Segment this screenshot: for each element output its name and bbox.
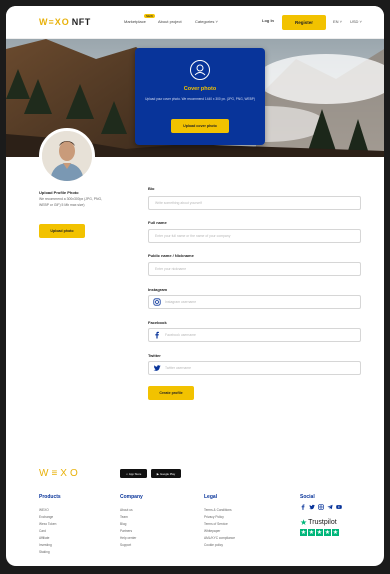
twitter-icon[interactable]	[309, 504, 315, 510]
footer-link[interactable]: Partners	[120, 529, 132, 533]
google-play-badge[interactable]: ▶ Google Play	[151, 469, 181, 478]
instagram-label: Instagram	[148, 287, 168, 292]
instagram-icon	[153, 298, 161, 306]
social-icons-row	[300, 504, 342, 510]
footer-link[interactable]: Wexo Token	[39, 522, 56, 526]
upload-photo-button[interactable]: Upload photo	[39, 224, 85, 238]
twitter-label: Twitter	[148, 353, 161, 358]
bio-input[interactable]: Write something about yourself	[148, 196, 361, 210]
footer-link[interactable]: Terms & Conditions	[204, 508, 232, 512]
footer-legal-title: Legal	[204, 494, 218, 500]
facebook-icon	[155, 331, 159, 339]
upload-profile-photo-title: Upload Profile Photo	[39, 190, 79, 195]
facebook-icon[interactable]	[300, 504, 306, 510]
rating-star-icon: ★	[308, 529, 315, 536]
footer-company-title: Company	[120, 494, 143, 500]
new-badge: NEW	[144, 14, 155, 18]
cover-title: Cover photo	[183, 86, 217, 92]
full-name-input[interactable]: Enter your full name or the name of your…	[148, 229, 361, 243]
cover-photo-card: Cover photo Upload your cover photo. We …	[135, 48, 265, 145]
footer-link[interactable]: Exchange	[39, 515, 53, 519]
profile-avatar[interactable]	[39, 128, 95, 184]
nav-about-project[interactable]: About project	[158, 19, 182, 24]
bio-label: Bio	[148, 186, 155, 191]
currency-select[interactable]: USD ˅	[350, 19, 362, 24]
facebook-label: Facebook	[148, 320, 167, 325]
apple-icon: 	[126, 472, 128, 476]
logo-suffix: NFT	[71, 17, 91, 27]
footer-link[interactable]: AML/KYC compliance	[204, 536, 235, 540]
footer-link[interactable]: Card	[39, 529, 46, 533]
twitter-input[interactable]: Twitter username	[148, 361, 361, 375]
footer-link[interactable]: Staking	[39, 550, 50, 554]
nickname-input[interactable]: Enter your nickname	[148, 262, 361, 276]
twitter-icon	[153, 365, 161, 371]
app-store-badge[interactable]:  App Store	[120, 469, 147, 478]
footer-link[interactable]: About us	[120, 508, 133, 512]
rating-star-icon: ★	[300, 529, 307, 536]
rating-star-icon: ★	[316, 529, 323, 536]
nav-categories[interactable]: Categories ˅	[195, 19, 218, 24]
upload-profile-photo-description: We recommend a 300x300px (JPG, PNG, WEBP…	[39, 197, 103, 207]
footer-link[interactable]: Investing	[39, 543, 52, 547]
rating-star-icon: ★	[324, 529, 331, 536]
trustpilot-label: Trustpilot	[308, 519, 337, 526]
nav-marketplace[interactable]: Marketplace	[124, 19, 146, 24]
facebook-placeholder: Facebook username	[165, 333, 196, 337]
instagram-icon[interactable]	[318, 504, 324, 510]
telegram-icon[interactable]	[327, 504, 333, 510]
create-profile-button[interactable]: Create profile	[148, 386, 194, 400]
footer-link[interactable]: Affiliate	[39, 536, 49, 540]
upload-cover-button[interactable]: Upload cover photo	[171, 119, 229, 133]
footer-link[interactable]: Support	[120, 543, 131, 547]
footer-link[interactable]: Cookie policy	[204, 543, 223, 547]
brand-logo[interactable]: W≡XO NFT	[39, 17, 91, 27]
footer-link[interactable]: Privacy Policy	[204, 515, 224, 519]
trustpilot-star-icon: ★	[300, 518, 308, 527]
footer-social-title: Social	[300, 494, 315, 500]
nickname-label: Public name / Nickname	[148, 253, 194, 258]
youtube-icon[interactable]	[336, 504, 342, 510]
login-link[interactable]: Log In	[262, 18, 274, 23]
footer-link[interactable]: WEXO	[39, 508, 49, 512]
footer-link[interactable]: Help center	[120, 536, 136, 540]
twitter-placeholder: Twitter username	[165, 366, 192, 370]
footer-link[interactable]: Whitepaper	[204, 529, 220, 533]
app-store-label: App Store	[127, 471, 141, 476]
footer-logo[interactable]: W≡XO	[39, 468, 81, 479]
trustpilot-rating: ★ ★ ★ ★ ★	[300, 529, 339, 536]
instagram-placeholder: Instagram username	[165, 300, 197, 304]
footer-link[interactable]: Terms of Service	[204, 522, 228, 526]
footer-link[interactable]: Blog	[120, 522, 126, 526]
trustpilot-widget[interactable]: ★ Trustpilot ★ ★ ★ ★ ★	[300, 518, 339, 536]
google-play-icon: ▶	[156, 471, 159, 476]
logo-text: W≡XO	[39, 17, 70, 27]
facebook-input[interactable]: Facebook username	[148, 328, 361, 342]
instagram-input[interactable]: Instagram username	[148, 295, 361, 309]
user-photo-icon	[190, 60, 210, 80]
cover-description: Upload your cover photo. We recommend 14…	[145, 97, 255, 101]
footer-link[interactable]: Team	[120, 515, 128, 519]
page-frame: W≡XO NFT NEW Marketplace About project Ca…	[6, 6, 384, 566]
google-play-label: Google Play	[159, 471, 176, 476]
register-button[interactable]: Register	[282, 15, 326, 30]
footer-products-title: Products	[39, 494, 61, 500]
full-name-label: Full name	[148, 220, 167, 225]
rating-star-icon: ★	[332, 529, 339, 536]
top-header: W≡XO NFT NEW Marketplace About project Ca…	[6, 6, 384, 39]
language-select[interactable]: EN ˅	[333, 19, 342, 24]
